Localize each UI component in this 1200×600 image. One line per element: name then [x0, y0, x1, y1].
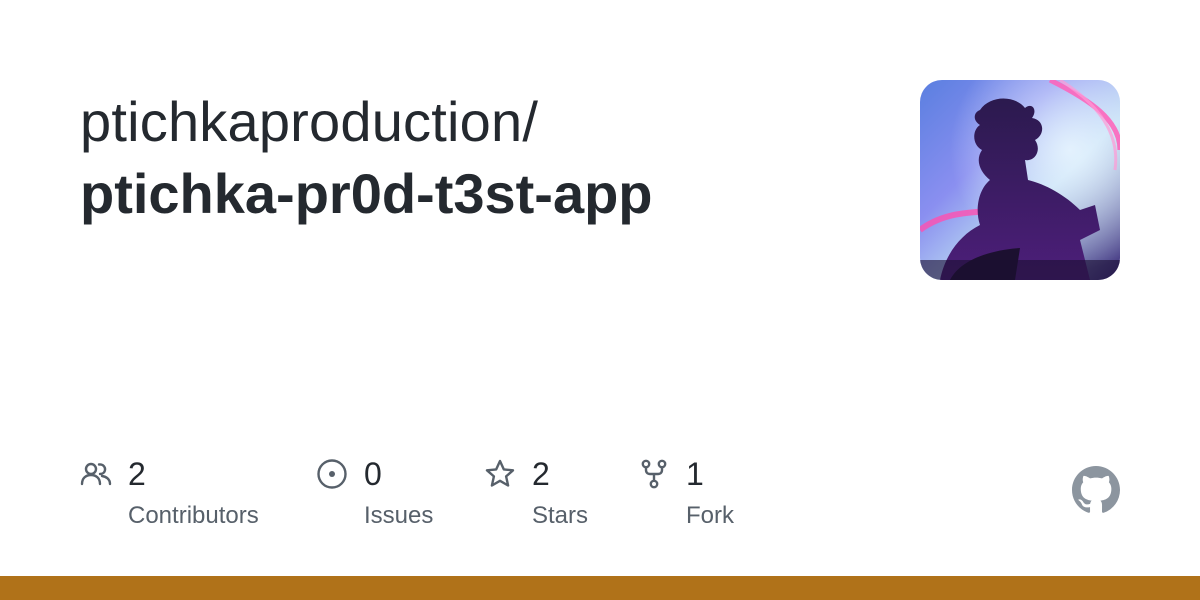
issues-count: 0	[364, 456, 382, 492]
stars-label: Stars	[532, 502, 589, 529]
stat-forks[interactable]: 1 Fork	[638, 452, 758, 542]
star-icon	[485, 459, 515, 487]
avatar[interactable]	[920, 80, 1120, 280]
stat-issues[interactable]: 0 Issues	[316, 452, 456, 542]
stars-count: 2	[532, 456, 550, 492]
issues-label: Issues	[364, 502, 434, 529]
forks-count: 1	[686, 456, 704, 492]
people-icon	[80, 462, 112, 486]
contributors-label: Contributors	[128, 502, 259, 529]
repo-forked-icon	[641, 459, 667, 489]
repo-name[interactable]: ptichka-pr0d-t3st-app	[80, 158, 653, 230]
github-logo-icon[interactable]	[1072, 466, 1120, 514]
language-bar	[0, 576, 1200, 600]
avatar-image	[920, 80, 1120, 280]
contributors-count: 2	[128, 456, 146, 492]
social-preview-card: ptichkaproduction/ ptichka-pr0d-t3st-app	[0, 0, 1200, 600]
repo-owner[interactable]: ptichkaproduction/	[80, 86, 538, 158]
stat-contributors[interactable]: 2 Contributors	[80, 452, 280, 542]
stat-stars[interactable]: 2 Stars	[484, 452, 604, 542]
forks-label: Fork	[686, 502, 734, 529]
issue-opened-icon	[317, 459, 347, 489]
